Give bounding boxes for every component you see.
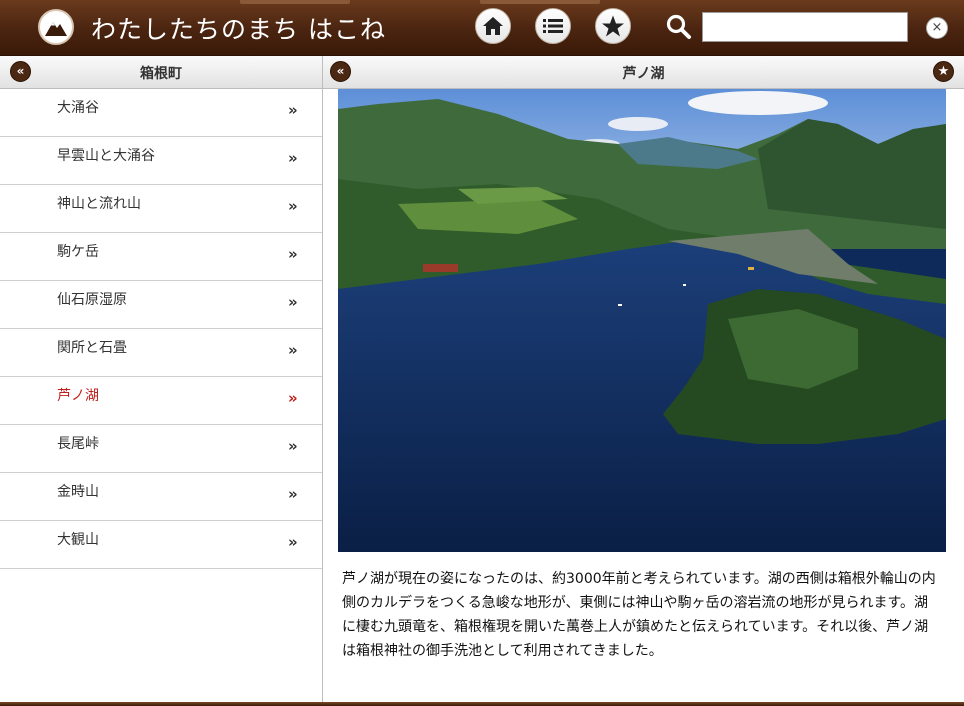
app-header: わたしたちのまち はこね ×: [0, 0, 964, 56]
lake-ashi-photo: [338, 89, 946, 552]
list-item[interactable]: 金時山 »: [0, 473, 322, 521]
chevron-right-icon: »: [288, 149, 298, 167]
chevron-right-icon: »: [288, 245, 298, 263]
list-button[interactable]: [535, 8, 571, 44]
clear-search-button[interactable]: ×: [926, 17, 948, 39]
list-item-label: 大涌谷: [57, 100, 99, 116]
list-item[interactable]: 大涌谷 »: [0, 89, 322, 137]
chevron-right-icon: »: [288, 101, 298, 119]
list-item-label: 関所と石畳: [57, 340, 127, 356]
list-item-label: 仙石原湿原: [57, 292, 127, 308]
list-item-label: 芦ノ湖: [57, 388, 99, 404]
list-item[interactable]: 芦ノ湖 »: [0, 377, 322, 425]
list-item-label: 早雲山と大涌谷: [57, 148, 155, 164]
search-icon[interactable]: [665, 13, 693, 41]
place-description: 芦ノ湖が現在の姿になったのは、約3000年前と考えられています。湖の西側は箱根外…: [342, 571, 936, 659]
chevron-right-icon: »: [288, 533, 298, 551]
right-panel-title: 芦ノ湖: [622, 66, 665, 82]
list-icon: [543, 19, 563, 33]
panel-divider: [322, 56, 323, 706]
home-icon: [483, 17, 503, 35]
list-item[interactable]: 仙石原湿原 »: [0, 281, 322, 329]
favorite-star-button[interactable]: ★: [933, 61, 954, 82]
list-item[interactable]: 神山と流れ山 »: [0, 185, 322, 233]
list-item-label: 駒ケ岳: [57, 244, 99, 260]
bottom-strip: [0, 702, 964, 706]
chevron-right-icon: »: [288, 485, 298, 503]
chevron-right-icon: »: [288, 197, 298, 215]
favorites-button[interactable]: [595, 8, 631, 44]
list-item-label: 金時山: [57, 484, 99, 500]
chevron-right-icon: »: [288, 389, 298, 407]
lake-landscape-image: [338, 89, 946, 552]
list-item[interactable]: 大観山 »: [0, 521, 322, 569]
left-panel-title: 箱根町: [140, 66, 182, 82]
list-item-label: 大観山: [57, 532, 99, 548]
app-title: わたしたちのまち はこね: [91, 15, 386, 44]
left-panel-bar: « 箱根町: [0, 56, 322, 89]
mountain-logo-icon: [45, 22, 67, 36]
right-panel-bar: « 芦ノ湖 ★: [323, 56, 964, 89]
chevron-right-icon: »: [288, 341, 298, 359]
star-icon: [602, 15, 624, 37]
home-button[interactable]: [475, 8, 511, 44]
window-tab-strip: [0, 0, 964, 6]
chevron-right-icon: »: [288, 437, 298, 455]
list-item-label: 神山と流れ山: [57, 196, 141, 212]
app-logo: [38, 9, 74, 45]
search-input[interactable]: [702, 12, 908, 42]
list-item[interactable]: 早雲山と大涌谷 »: [0, 137, 322, 185]
chevron-right-icon: »: [288, 293, 298, 311]
list-item[interactable]: 関所と石畳 »: [0, 329, 322, 377]
list-item-label: 長尾峠: [57, 436, 99, 452]
place-list: 大涌谷» 早雲山と大涌谷» 神山と流れ山» 駒ケ岳» 仙石原湿原» 関所と石畳» 芦ノ湖» 長…: [0, 89, 322, 569]
list-item[interactable]: 長尾峠 »: [0, 425, 322, 473]
list-item[interactable]: 駒ケ岳 »: [0, 233, 322, 281]
